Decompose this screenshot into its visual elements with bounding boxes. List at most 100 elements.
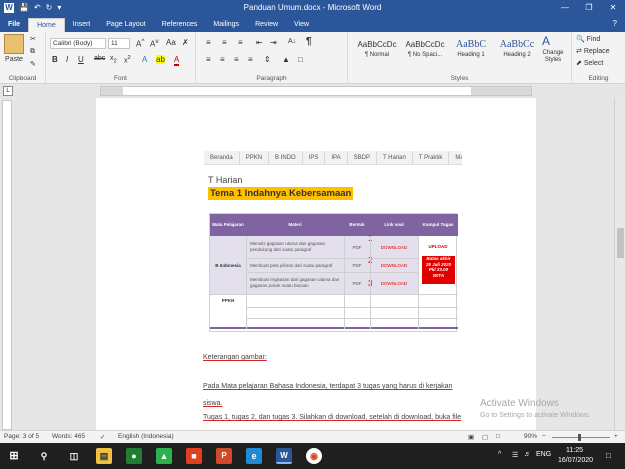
windows-start-icon[interactable]: ⊞ xyxy=(6,448,22,464)
zoom-slider[interactable] xyxy=(552,437,610,438)
tab-mailings[interactable]: Mailings xyxy=(205,18,247,32)
style-normal[interactable]: AaBbCcDc ¶ Normal xyxy=(352,38,402,66)
grow-font-icon[interactable]: A^ xyxy=(136,38,144,49)
word-count[interactable]: Words: 465 xyxy=(52,433,85,440)
cut-icon[interactable]: ✂ xyxy=(30,35,36,43)
highlight-icon[interactable]: ab xyxy=(156,55,165,64)
increase-indent-icon[interactable]: ⇥ xyxy=(270,38,277,47)
nav-bindo[interactable]: B INDO xyxy=(269,151,303,164)
download-link-1[interactable]: DOWNLOAD xyxy=(370,236,418,258)
chrome-icon[interactable]: ◉ xyxy=(306,448,322,464)
download-link-3[interactable]: DOWNLOAD xyxy=(370,272,418,294)
tab-file[interactable]: File xyxy=(0,18,29,32)
font-color-icon[interactable]: A xyxy=(174,55,180,66)
edge-icon[interactable]: e xyxy=(246,448,262,464)
font-name-select[interactable]: Calibri (Body) xyxy=(50,38,106,49)
paste-button[interactable]: Paste xyxy=(2,56,26,63)
italic-icon[interactable]: I xyxy=(66,55,68,64)
tab-references[interactable]: References xyxy=(154,18,206,32)
nav-beranda[interactable]: Beranda xyxy=(204,151,240,164)
zoom-in-icon[interactable]: + xyxy=(614,433,618,440)
tab-selector-icon[interactable]: L xyxy=(3,86,13,96)
multilevel-list-icon[interactable]: ≡ xyxy=(238,38,243,47)
font-size-select[interactable]: 11 xyxy=(108,38,130,49)
close-icon[interactable]: ✕ xyxy=(601,0,625,16)
scroll-thumb[interactable] xyxy=(617,228,624,258)
borders-icon[interactable]: □ xyxy=(298,55,303,64)
tab-view[interactable]: View xyxy=(286,18,317,32)
app-icon-triangle[interactable]: ▲ xyxy=(156,448,172,464)
subscript-icon[interactable]: x2 xyxy=(110,55,117,64)
bullets-icon[interactable]: ≡ xyxy=(206,38,211,47)
print-layout-icon[interactable]: ▣ xyxy=(468,433,474,441)
zoom-slider-thumb[interactable] xyxy=(578,434,581,441)
customize-toolbar-icon[interactable]: ▾ xyxy=(57,3,61,13)
proofing-icon[interactable]: ✓ xyxy=(100,433,105,441)
style-heading-1[interactable]: AaBbC Heading 1 xyxy=(446,38,496,66)
download-link-2[interactable]: DOWNLOAD xyxy=(370,258,418,272)
change-styles-button[interactable]: Change Styles xyxy=(536,50,570,64)
help-icon[interactable]: ? xyxy=(613,19,617,28)
nav-sbdp[interactable]: SBDP xyxy=(348,151,377,164)
tab-page-layout[interactable]: Page Layout xyxy=(98,18,153,32)
tab-insert[interactable]: Insert xyxy=(65,18,99,32)
nav-ppkn[interactable]: PPKN xyxy=(240,151,270,164)
word-taskbar-icon[interactable]: W xyxy=(276,448,292,464)
file-explorer-icon[interactable]: ▤ xyxy=(96,448,112,464)
save-icon[interactable]: 💾 xyxy=(19,3,29,13)
format-painter-icon[interactable]: ✎ xyxy=(30,60,36,68)
style-heading-2[interactable]: AaBbCc Heading 2 xyxy=(492,38,542,66)
align-right-icon[interactable]: ≡ xyxy=(234,55,239,64)
show-formatting-icon[interactable]: ¶ xyxy=(306,36,312,47)
underline-icon[interactable]: U xyxy=(78,55,84,64)
justify-icon[interactable]: ≡ xyxy=(248,55,253,64)
clear-formatting-icon[interactable]: ✗ xyxy=(182,38,189,47)
align-center-icon[interactable]: ≡ xyxy=(220,55,225,64)
tab-home[interactable]: Home xyxy=(28,18,65,32)
redo-icon[interactable]: ↻ xyxy=(46,3,53,13)
volume-icon[interactable]: ♬ xyxy=(524,451,531,458)
task-view-icon[interactable]: ◫ xyxy=(66,448,82,464)
decrease-indent-icon[interactable]: ⇤ xyxy=(256,38,263,47)
nav-ips[interactable]: IPS xyxy=(303,151,326,164)
style-no-spacing[interactable]: AaBbCcDc ¶ No Spaci... xyxy=(400,38,450,66)
vertical-ruler[interactable] xyxy=(2,100,12,430)
align-left-icon[interactable]: ≡ xyxy=(206,55,211,64)
zoom-level[interactable]: 90% xyxy=(524,433,537,440)
tab-review[interactable]: Review xyxy=(247,18,286,32)
system-tray-chevron-icon[interactable]: ^ xyxy=(498,451,501,458)
nav-t-harian[interactable]: T Harian xyxy=(377,151,413,164)
nav-t-praktik[interactable]: T Praktik xyxy=(413,151,450,164)
select-button[interactable]: ⬈ Select xyxy=(576,59,603,67)
network-icon[interactable]: ☰ xyxy=(512,451,518,459)
full-screen-icon[interactable]: ▢ xyxy=(482,433,488,441)
app-icon-green[interactable]: ● xyxy=(126,448,142,464)
upload-link[interactable]: UPLOAD xyxy=(418,236,458,256)
app-icon-red[interactable]: ■ xyxy=(186,448,202,464)
change-styles-icon[interactable]: A xyxy=(542,34,550,48)
zoom-out-icon[interactable]: − xyxy=(542,433,546,440)
powerpoint-icon[interactable]: P xyxy=(216,448,232,464)
sort-icon[interactable]: A↓ xyxy=(288,38,296,45)
paste-icon[interactable] xyxy=(4,34,24,54)
superscript-icon[interactable]: x2 xyxy=(124,55,131,64)
page-count[interactable]: Page: 3 of 5 xyxy=(4,433,39,440)
language-indicator[interactable]: English (Indonesia) xyxy=(118,433,174,440)
strikethrough-icon[interactable]: abc xyxy=(94,55,105,62)
nav-ipa[interactable]: IPA xyxy=(325,151,348,164)
bold-icon[interactable]: B xyxy=(52,55,58,64)
numbering-icon[interactable]: ≡ xyxy=(222,38,227,47)
find-button[interactable]: 🔍 Find xyxy=(576,35,600,43)
nav-ma[interactable]: Ma xyxy=(449,151,462,164)
input-language[interactable]: ENG xyxy=(536,451,551,458)
web-layout-icon[interactable]: □ xyxy=(496,433,500,440)
clock-date[interactable]: 16/07/2020 xyxy=(558,457,593,464)
restore-icon[interactable]: ❐ xyxy=(577,0,601,16)
clock-time[interactable]: 11:25 xyxy=(566,447,583,454)
search-icon[interactable]: ⚲ xyxy=(36,448,52,464)
text-effects-icon[interactable]: A xyxy=(142,55,147,64)
line-spacing-icon[interactable]: ⇕ xyxy=(264,55,271,64)
copy-icon[interactable]: ⧉ xyxy=(30,48,35,56)
notifications-icon[interactable]: □ xyxy=(606,451,611,460)
minimize-icon[interactable]: — xyxy=(553,0,577,16)
